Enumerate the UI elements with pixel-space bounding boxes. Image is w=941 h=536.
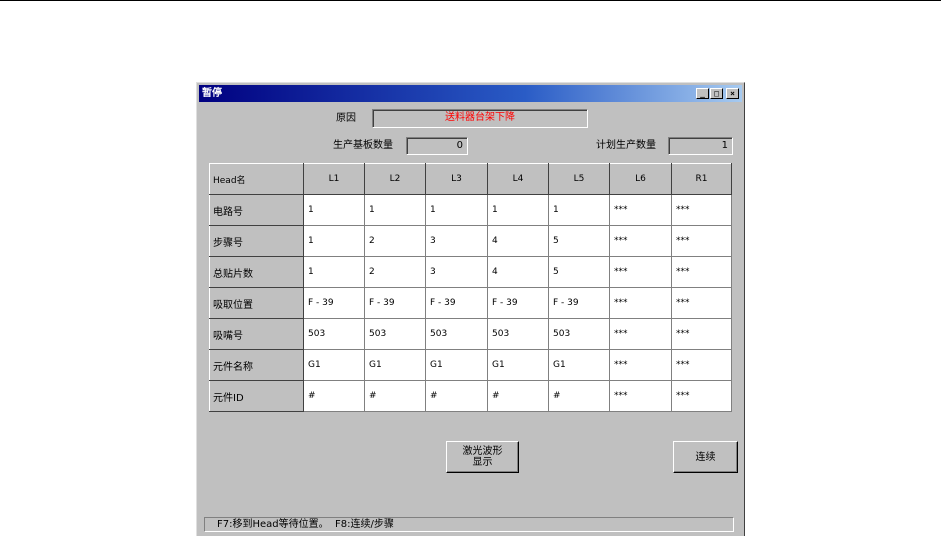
column-header-r1[interactable]: R1 xyxy=(671,163,732,195)
laser-waveform-button[interactable]: 激光波形 显示 xyxy=(446,441,519,473)
reason-label: 原因 xyxy=(336,113,356,124)
table-cell: F - 39 xyxy=(364,287,426,319)
row-header: 吸嘴号 xyxy=(209,318,304,350)
table-cell: G1 xyxy=(487,349,549,381)
table-cell: G1 xyxy=(548,349,610,381)
table-cell: *** xyxy=(671,349,732,381)
column-header-head-name: Head名 xyxy=(209,163,304,195)
table-cell: G1 xyxy=(425,349,488,381)
table-cell: *** xyxy=(671,318,732,350)
row-header: 元件ID xyxy=(209,380,304,412)
board-count-field: 0 xyxy=(406,137,468,155)
top-divider-line xyxy=(0,0,941,1)
maximize-button[interactable]: □ xyxy=(710,88,723,99)
table-cell: F - 39 xyxy=(425,287,488,319)
title-bar[interactable]: 暂停 _ □ × xyxy=(199,85,742,102)
table-row: 总贴片数 1 2 3 4 5 *** *** xyxy=(209,256,732,288)
table-cell: # xyxy=(487,380,549,412)
table-cell: F - 39 xyxy=(487,287,549,319)
table-cell: 1 xyxy=(303,225,365,257)
window-controls: _ □ × xyxy=(695,88,739,99)
table-cell: 1 xyxy=(548,194,610,226)
table-cell: 503 xyxy=(548,318,610,350)
table-cell: *** xyxy=(609,318,672,350)
table-cell: 5 xyxy=(548,225,610,257)
window-title: 暂停 xyxy=(202,88,222,99)
table-cell: *** xyxy=(609,349,672,381)
table-cell: # xyxy=(364,380,426,412)
table-cell: *** xyxy=(609,225,672,257)
table-cell: 4 xyxy=(487,225,549,257)
table-cell: 5 xyxy=(548,256,610,288)
table-cell: *** xyxy=(671,287,732,319)
row-header: 电路号 xyxy=(209,194,304,226)
row-header: 元件名称 xyxy=(209,349,304,381)
table-cell: *** xyxy=(671,256,732,288)
continue-button[interactable]: 连续 xyxy=(673,441,738,473)
table-cell: F - 39 xyxy=(548,287,610,319)
table-cell: *** xyxy=(609,256,672,288)
table-cell: *** xyxy=(609,194,672,226)
table-cell: 2 xyxy=(364,225,426,257)
minimize-button[interactable]: _ xyxy=(696,88,709,99)
table-cell: # xyxy=(548,380,610,412)
table-cell: # xyxy=(303,380,365,412)
table-cell: 503 xyxy=(425,318,488,350)
row-header: 总贴片数 xyxy=(209,256,304,288)
pause-dialog: 暂停 _ □ × 原因 送料器台架下降 生产基板数量 0 计划生产数量 1 He… xyxy=(196,82,745,536)
table-cell: *** xyxy=(671,380,732,412)
table-cell: F - 39 xyxy=(303,287,365,319)
column-header-l5[interactable]: L5 xyxy=(548,163,610,195)
table-cell: 1 xyxy=(487,194,549,226)
table-row: 元件名称 G1 G1 G1 G1 G1 *** *** xyxy=(209,349,732,381)
head-status-table: Head名 L1 L2 L3 L4 L5 L6 R1 电路号 1 1 1 1 1 *** *** 步骤号 1 2 3 4… xyxy=(209,163,732,412)
table-cell: 2 xyxy=(364,256,426,288)
laser-waveform-label-line2: 显示 xyxy=(472,457,493,468)
table-cell: *** xyxy=(609,380,672,412)
board-count-label: 生产基板数量 xyxy=(333,140,393,151)
table-row: 吸嘴号 503 503 503 503 503 *** *** xyxy=(209,318,732,350)
reason-field: 送料器台架下降 xyxy=(372,109,588,128)
table-cell: 503 xyxy=(487,318,549,350)
table-cell: 503 xyxy=(303,318,365,350)
table-cell: 4 xyxy=(487,256,549,288)
table-row: 步骤号 1 2 3 4 5 *** *** xyxy=(209,225,732,257)
table-cell: *** xyxy=(609,287,672,319)
table-cell: 1 xyxy=(303,194,365,226)
table-row: 电路号 1 1 1 1 1 *** *** xyxy=(209,194,732,226)
column-header-l3[interactable]: L3 xyxy=(425,163,488,195)
laser-waveform-label-line1: 激光波形 xyxy=(462,446,503,457)
table-cell: # xyxy=(425,380,488,412)
table-cell: G1 xyxy=(364,349,426,381)
row-header: 吸取位置 xyxy=(209,287,304,319)
table-row: 吸取位置 F - 39 F - 39 F - 39 F - 39 F - 39 *** *** xyxy=(209,287,732,319)
row-header: 步骤号 xyxy=(209,225,304,257)
table-cell: 503 xyxy=(364,318,426,350)
table-cell: 3 xyxy=(425,225,488,257)
column-header-l1[interactable]: L1 xyxy=(303,163,365,195)
table-cell: 3 xyxy=(425,256,488,288)
status-bar: F7:移到Head等待位置。 F8:连续/步骤 xyxy=(204,517,734,532)
planned-count-label: 计划生产数量 xyxy=(596,140,656,151)
table-cell: *** xyxy=(671,225,732,257)
table-cell: 1 xyxy=(364,194,426,226)
close-button[interactable]: × xyxy=(726,88,739,99)
table-cell: 1 xyxy=(303,256,365,288)
column-header-l4[interactable]: L4 xyxy=(487,163,549,195)
table-cell: 1 xyxy=(425,194,488,226)
table-header-row: Head名 L1 L2 L3 L4 L5 L6 R1 xyxy=(209,163,732,195)
table-cell: *** xyxy=(671,194,732,226)
column-header-l6[interactable]: L6 xyxy=(609,163,672,195)
table-row: 元件ID # # # # # *** *** xyxy=(209,380,732,412)
column-header-l2[interactable]: L2 xyxy=(364,163,426,195)
planned-count-field: 1 xyxy=(668,137,733,155)
table-cell: G1 xyxy=(303,349,365,381)
